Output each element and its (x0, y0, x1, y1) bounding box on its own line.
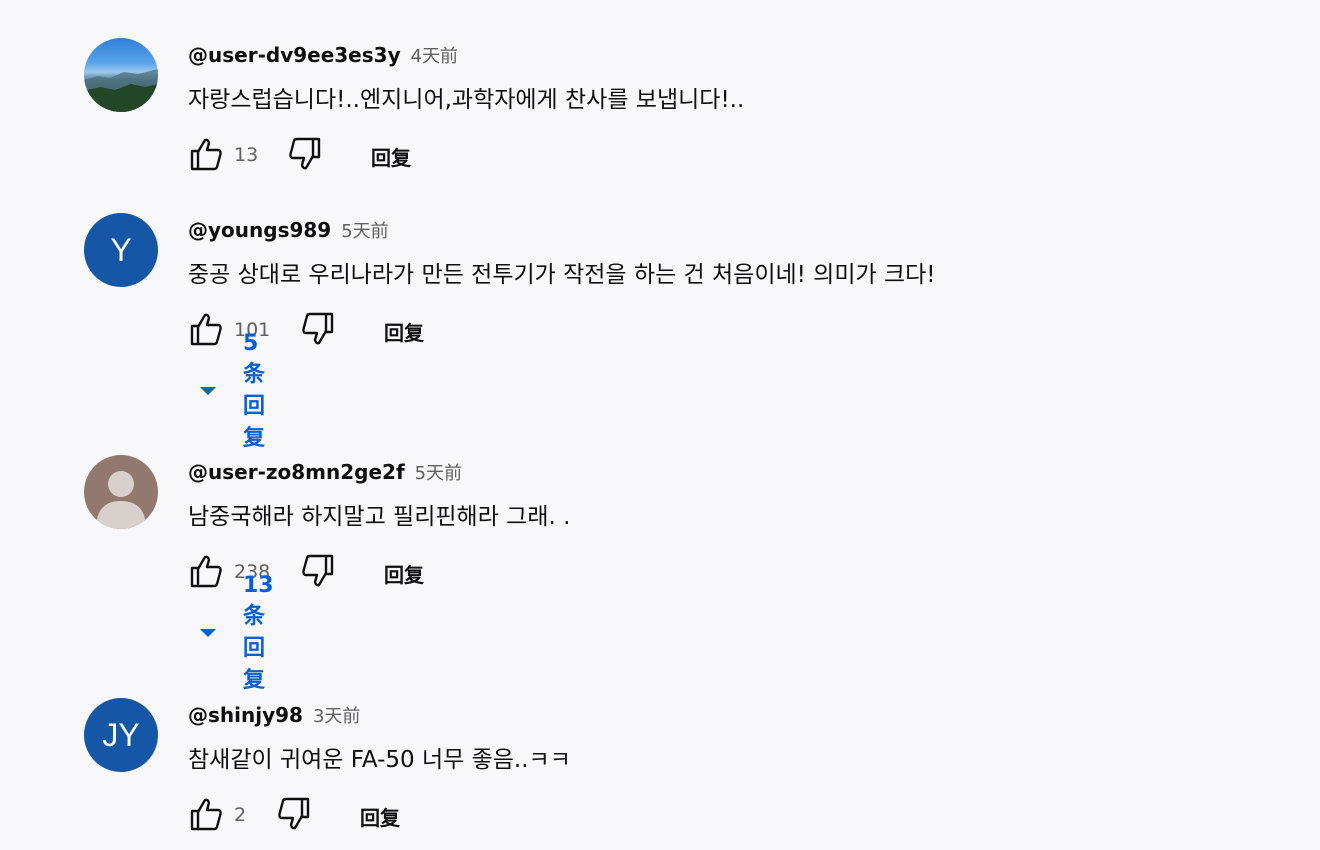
username[interactable]: @shinjy98 (188, 703, 303, 727)
view-replies-button[interactable]: 5 条回复 (200, 331, 265, 451)
thumb-up-icon (190, 313, 222, 346)
reply-button[interactable]: 回复 (384, 317, 424, 346)
comment-body: @youngs989 5天前 중공 상대로 우리나라가 만든 전투기가 작전을 … (188, 213, 1288, 289)
reply-button[interactable]: 回复 (384, 559, 424, 588)
person-icon (96, 471, 146, 529)
like-button[interactable] (188, 796, 226, 834)
like-button[interactable] (188, 311, 226, 349)
caret-down-icon (200, 387, 216, 395)
like-button[interactable] (188, 136, 226, 174)
timestamp[interactable]: 3天前 (313, 702, 360, 728)
avatar[interactable]: JY (84, 698, 158, 772)
like-button[interactable] (188, 553, 226, 591)
landscape-icon (84, 69, 158, 112)
username[interactable]: @user-dv9ee3es3y (188, 43, 401, 67)
thumb-down-icon (289, 137, 321, 170)
reply-button[interactable]: 回复 (360, 802, 400, 831)
like-count: 13 (234, 144, 259, 166)
username[interactable]: @youngs989 (188, 218, 331, 242)
avatar-initials: JY (102, 716, 140, 753)
reply-button[interactable]: 回复 (371, 142, 411, 171)
comment-meta: @user-dv9ee3es3y 4天前 (188, 38, 1288, 72)
comment-meta: @youngs989 5天前 (188, 213, 1288, 247)
avatar[interactable] (84, 455, 158, 529)
dislike-button[interactable] (287, 136, 325, 174)
thumb-down-icon (302, 554, 334, 587)
thumb-up-icon (190, 798, 222, 831)
thumb-down-icon (278, 797, 310, 830)
dislike-button[interactable] (300, 553, 338, 591)
comment-text: 참새같이 귀여운 FA-50 너무 좋음..ㅋㅋ (188, 747, 571, 773)
avatar-initials: Y (110, 231, 132, 268)
dislike-button[interactable] (300, 311, 338, 349)
comment-body: @user-zo8mn2ge2f 5天前 남중국해라 하지말고 필리핀해라 그래… (188, 455, 1288, 531)
comments-panel: @user-dv9ee3es3y 4天前 자랑스럽습니다!..엔지니어,과학자에… (0, 0, 1320, 850)
timestamp[interactable]: 5天前 (341, 217, 388, 243)
timestamp[interactable]: 4天前 (411, 42, 458, 68)
timestamp[interactable]: 5天前 (415, 459, 462, 485)
replies-count: 5 条回复 (243, 330, 266, 451)
comment-body: @shinjy98 3天前 참새같이 귀여운 FA-50 너무 좋음..ㅋㅋ (188, 698, 1288, 774)
comment-meta: @shinjy98 3天前 (188, 698, 1288, 732)
thumb-up-icon (190, 555, 222, 588)
avatar[interactable]: Y (84, 213, 158, 287)
view-replies-button[interactable]: 13 条回复 (200, 573, 274, 693)
dislike-button[interactable] (276, 796, 314, 834)
comment-body: @user-dv9ee3es3y 4天前 자랑스럽습니다!..엔지니어,과학자에… (188, 38, 1288, 114)
comment-text: 남중국해라 하지말고 필리핀해라 그래. . (188, 504, 571, 530)
comment-actions: 13 回复 (188, 136, 688, 174)
thumb-up-icon (190, 138, 222, 171)
comment-text: 중공 상대로 우리나라가 만든 전투기가 작전을 하는 건 처음이네! 의미가 … (188, 262, 936, 288)
comment-actions: 2 回复 (188, 796, 688, 834)
like-count: 2 (234, 804, 247, 826)
caret-down-icon (200, 629, 216, 637)
replies-count: 13 条回复 (243, 572, 274, 693)
username[interactable]: @user-zo8mn2ge2f (188, 460, 405, 484)
comment-text: 자랑스럽습니다!..엔지니어,과학자에게 찬사를 보냅니다!.. (188, 87, 745, 113)
thumb-down-icon (302, 312, 334, 345)
avatar[interactable] (84, 38, 158, 112)
comment-meta: @user-zo8mn2ge2f 5天前 (188, 455, 1288, 489)
